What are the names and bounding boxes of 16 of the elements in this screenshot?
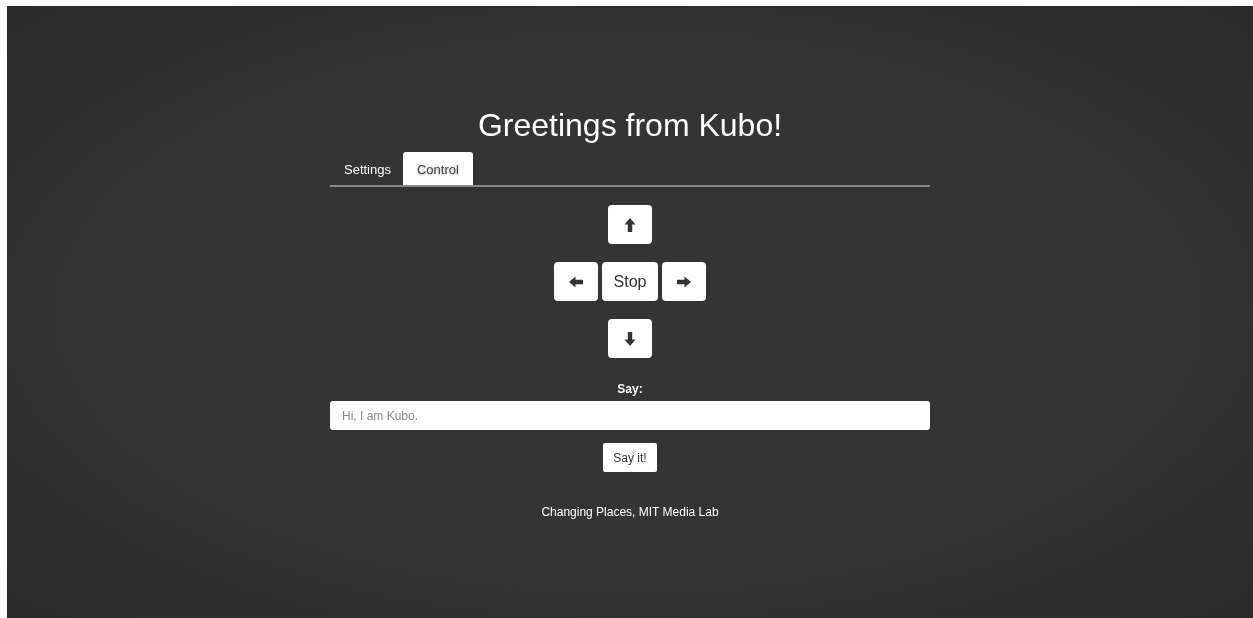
left-button[interactable] <box>553 262 598 301</box>
stop-button[interactable]: Stop <box>601 262 659 301</box>
arrow-right-icon <box>677 275 692 288</box>
down-button[interactable] <box>608 319 652 358</box>
tab[interactable]: Control <box>403 152 473 185</box>
up-button[interactable] <box>608 205 652 244</box>
footer-text: Changing Places, MIT Media Lab <box>541 505 719 519</box>
tab[interactable]: Settings <box>332 152 403 185</box>
arrow-down-icon <box>624 331 636 346</box>
arrow-up-icon <box>624 217 636 232</box>
say-input-field[interactable]: Hi, I am Kubo. <box>330 401 930 430</box>
say-label: Say: <box>617 382 643 396</box>
page-title: Greetings from Kubo! <box>477 106 783 144</box>
right-button[interactable] <box>662 262 707 301</box>
arrow-left-icon <box>568 275 583 288</box>
say-button[interactable]: Say it! <box>603 443 657 472</box>
